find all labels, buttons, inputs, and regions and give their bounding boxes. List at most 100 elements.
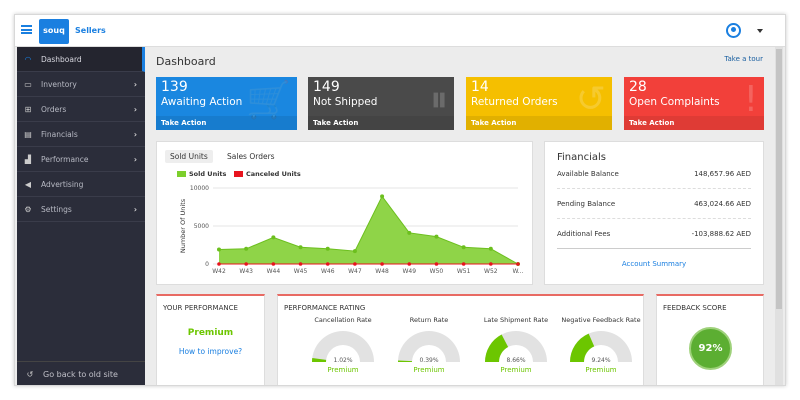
return-icon: ↺ bbox=[575, 79, 606, 120]
gauge-value: 1.02% bbox=[333, 357, 353, 364]
take-action-link[interactable]: Take Action bbox=[466, 116, 612, 130]
y-axis-label: Number Of Units bbox=[179, 198, 187, 253]
chart-panel: Sold Units Sales Orders Sold Units Cance… bbox=[156, 141, 533, 285]
canceled-units-point bbox=[407, 262, 412, 266]
gauge-return-rate: Return Rate 0.39% Premium bbox=[387, 316, 471, 374]
top-header: souq Sellers bbox=[15, 15, 785, 47]
sidebar-item-orders[interactable]: ⊞ Orders › bbox=[17, 97, 145, 122]
sidebar-item-dashboard[interactable]: ◠ Dashboard bbox=[17, 47, 145, 72]
back-icon: ↺ bbox=[26, 370, 34, 379]
sold-units-point bbox=[352, 249, 357, 254]
fin-row: Available Balance 148,657.96 AED bbox=[557, 170, 751, 178]
sidebar-item-label: Settings bbox=[41, 204, 72, 214]
sold-units-point bbox=[488, 246, 493, 251]
units-chart: 0 5000 10000Number Of Units W42 W43 W44 W45 W46… bbox=[179, 185, 524, 275]
performance-rating-title: PERFORMANCE RATING bbox=[284, 304, 366, 312]
account-summary-link[interactable]: Account Summary bbox=[545, 260, 763, 268]
feedback-score-badge: 92% bbox=[689, 327, 732, 370]
boxes-icon: ▭ bbox=[24, 79, 32, 89]
cart-icon: 🛒 bbox=[246, 80, 291, 121]
fin-row: Additional Fees -103,888.62 AED bbox=[557, 230, 751, 238]
take-action-link[interactable]: Take Action bbox=[308, 116, 454, 130]
gauge-title: Cancellation Rate bbox=[314, 316, 372, 324]
scrollbar-thumb[interactable] bbox=[776, 49, 782, 309]
card-count: 14 bbox=[471, 79, 489, 95]
sold-units-point bbox=[217, 247, 221, 252]
x-tick-label: W45 bbox=[294, 268, 308, 275]
sidebar-item-inventory[interactable]: ▭ Inventory › bbox=[17, 72, 145, 97]
summary-card-awaiting-action[interactable]: 🛒 139 Awaiting Action Take Action bbox=[156, 77, 297, 130]
summary-card-open-complaints[interactable]: ! 28 Open Complaints Take Action bbox=[624, 77, 764, 130]
menu-icon[interactable] bbox=[21, 25, 32, 34]
your-performance-panel: YOUR PERFORMANCE Premium How to improve? bbox=[156, 294, 265, 385]
gauge-icon: ◠ bbox=[24, 54, 32, 64]
x-tick-label: W51 bbox=[457, 268, 471, 275]
sidebar: ◠ Dashboard ▭ Inventory › ⊞ Orders › ▤ Financials… bbox=[17, 47, 145, 385]
sold-units-point bbox=[407, 230, 412, 235]
summary-card-not-shipped[interactable]: ⏸ 149 Not Shipped Take Action bbox=[308, 77, 454, 130]
sidebar-item-advertising[interactable]: ◀ Advertising bbox=[17, 172, 145, 197]
sold-units-area bbox=[219, 196, 518, 264]
x-tick-label: W50 bbox=[430, 268, 444, 275]
performance-rating-panel: PERFORMANCE RATING Cancellation Rate 1.0… bbox=[277, 294, 644, 385]
app-window: souq Sellers ◠ Dashboard ▭ Inventory › ⊞ Order… bbox=[14, 14, 786, 386]
sold-units-point bbox=[325, 246, 330, 251]
old-site-link[interactable]: ↺ Go back to old site bbox=[17, 361, 145, 385]
chevron-right-icon: › bbox=[133, 129, 137, 139]
canceled-units-point bbox=[217, 262, 221, 266]
x-tick-label: W52 bbox=[484, 268, 498, 275]
alert-icon: ! bbox=[743, 79, 758, 120]
sidebar-item-label: Dashboard bbox=[41, 54, 82, 64]
y-tick-label: 0 bbox=[205, 261, 209, 268]
scrollbar[interactable] bbox=[775, 47, 783, 385]
feedback-score-panel: FEEDBACK SCORE 92% bbox=[656, 294, 764, 385]
logo[interactable]: souq bbox=[39, 19, 69, 44]
performance-status: Premium bbox=[187, 328, 234, 338]
canceled-units-point bbox=[271, 262, 276, 266]
bars-icon: ▟ bbox=[24, 154, 32, 164]
sold-units-point bbox=[271, 235, 276, 240]
sold-units-point bbox=[244, 246, 249, 251]
card-label: Open Complaints bbox=[629, 96, 720, 108]
gauge-value: 0.39% bbox=[419, 357, 439, 364]
chevron-right-icon: › bbox=[133, 154, 137, 164]
sidebar-item-label: Performance bbox=[41, 154, 89, 164]
sold-units-point bbox=[461, 245, 466, 250]
canceled-units-point bbox=[244, 262, 248, 266]
gauge-cancellation-rate: Cancellation Rate 1.02% Premium bbox=[301, 316, 385, 374]
gauge-title: Late Shipment Rate bbox=[483, 316, 549, 324]
take-action-link[interactable]: Take Action bbox=[624, 116, 764, 130]
sidebar-item-performance[interactable]: ▟ Performance › bbox=[17, 147, 145, 172]
sidebar-item-financials[interactable]: ▤ Financials › bbox=[17, 122, 145, 147]
caret-down-icon[interactable] bbox=[757, 29, 763, 36]
gauge-title: Return Rate bbox=[409, 316, 449, 324]
old-site-label: Go back to old site bbox=[43, 370, 118, 379]
gauge-negative-feedback-rate: Negative Feedback Rate 9.24% Premium bbox=[559, 316, 643, 374]
canceled-units-point bbox=[353, 262, 357, 266]
user-icon[interactable] bbox=[726, 23, 741, 38]
card-count: 28 bbox=[629, 79, 647, 95]
chevron-right-icon: › bbox=[133, 104, 137, 114]
canceled-units-point bbox=[325, 262, 330, 266]
sidebar-item-label: Inventory bbox=[41, 79, 77, 89]
how-to-improve-link[interactable]: How to improve? bbox=[157, 347, 264, 356]
card-count: 149 bbox=[313, 79, 340, 95]
card-label: Not Shipped bbox=[313, 96, 378, 108]
sold-units-point bbox=[298, 245, 303, 250]
take-tour-link[interactable]: Take a tour bbox=[724, 55, 763, 63]
y-tick-label: 10000 bbox=[190, 185, 209, 192]
sold-units-point bbox=[380, 194, 385, 199]
chevron-right-icon: › bbox=[133, 204, 137, 214]
canceled-units-point bbox=[461, 262, 466, 266]
x-tick-label: W47 bbox=[348, 268, 362, 275]
summary-card-returned-orders[interactable]: ↺ 14 Returned Orders Take Action bbox=[466, 77, 612, 130]
gauge-status: Premium bbox=[327, 366, 359, 374]
y-tick-label: 5000 bbox=[194, 223, 209, 230]
sidebar-item-settings[interactable]: ⚙ Settings › bbox=[17, 197, 145, 222]
card-label: Returned Orders bbox=[471, 96, 558, 108]
canceled-units-point bbox=[298, 262, 303, 266]
financials-panel: Financials Available Balance 148,657.96 A… bbox=[544, 141, 764, 285]
x-tick-label: W43 bbox=[239, 268, 253, 275]
take-action-link[interactable]: Take Action bbox=[156, 116, 297, 130]
money-icon: ▤ bbox=[24, 129, 32, 139]
